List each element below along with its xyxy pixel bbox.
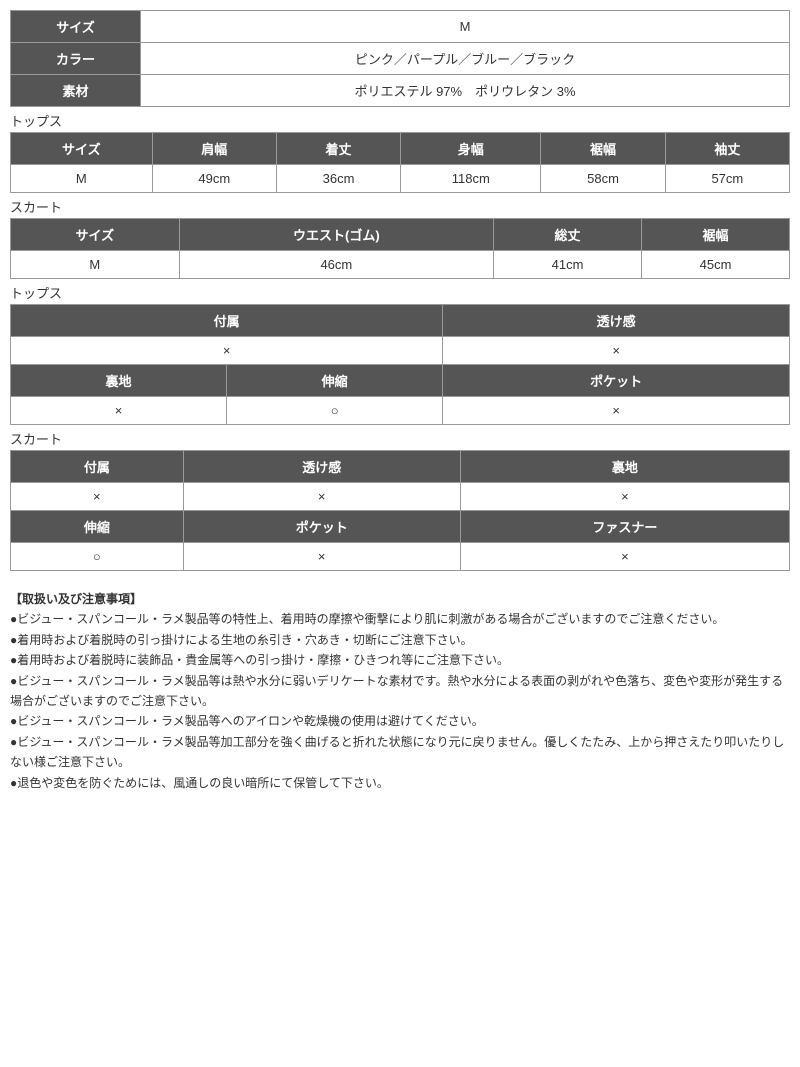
skirt-feature-header-row2: 伸縮ポケットファスナー — [11, 511, 790, 543]
skirt-row: M46cm41cm45cm — [11, 251, 790, 279]
tops-header: 身幅 — [401, 133, 541, 165]
notes-bullet: ●退色や変色を防ぐためには、風通しの良い暗所にて保管して下さい。 — [10, 773, 790, 793]
info-label: サイズ — [11, 11, 141, 43]
skirt-feature-header: ファスナー — [460, 511, 789, 543]
notes-bullet: ●ビジュー・スパンコール・ラメ製品等加工部分を強く曲げると折れた状態になり元に戻… — [10, 732, 790, 773]
skirt-feature-value: ○ — [11, 543, 184, 571]
tops-feature-header: 伸縮 — [227, 365, 443, 397]
notes-title: 【取扱い及び注意事項】 — [10, 592, 142, 606]
notes-bullet: ●ビジュー・スパンコール・ラメ製品等へのアイロンや乾燥機の使用は避けてください。 — [10, 711, 790, 731]
tops-cell: 58cm — [541, 165, 665, 193]
tops-feature-value: × — [443, 397, 790, 425]
skirt-feature-header: 伸縮 — [11, 511, 184, 543]
notes-bullet: ●ビジュー・スパンコール・ラメ製品等は熱や水分に弱いデリケートな素材です。熱や水… — [10, 671, 790, 712]
tops-cell: 36cm — [276, 165, 400, 193]
skirt-feature-header: 透け感 — [183, 451, 460, 483]
tops-feature-value-row2: ×○× — [11, 397, 790, 425]
skirt-header: 裾幅 — [642, 219, 790, 251]
skirt-cell: 41cm — [494, 251, 642, 279]
tops-feature-value-row1: ×× — [11, 337, 790, 365]
tops-header: 裾幅 — [541, 133, 665, 165]
skirt-feature-header: 付属 — [11, 451, 184, 483]
skirt-cell: 45cm — [642, 251, 790, 279]
tops-feature-value: × — [11, 337, 443, 365]
info-value: ピンク／パープル／ブルー／ブラック — [141, 43, 790, 75]
skirt-feature-value: × — [183, 483, 460, 511]
skirt-feature-value: × — [183, 543, 460, 571]
info-table: サイズMカラーピンク／パープル／ブルー／ブラック素材ポリエステル 97% ポリウ… — [10, 10, 790, 107]
skirt-cell: 46cm — [179, 251, 493, 279]
info-value: ポリエステル 97% ポリウレタン 3% — [141, 75, 790, 107]
tops-header: 袖丈 — [665, 133, 789, 165]
info-row: カラーピンク／パープル／ブルー／ブラック — [11, 43, 790, 75]
tops-feature-header: 裏地 — [11, 365, 227, 397]
skirt-feature-header: ポケット — [183, 511, 460, 543]
tops-feature-header-row2: 裏地伸縮ポケット — [11, 365, 790, 397]
skirt-feature-label: スカート — [10, 429, 790, 448]
notes-section: 【取扱い及び注意事項】 ●ビジュー・スパンコール・ラメ製品等の特性上、着用時の摩… — [10, 589, 790, 793]
skirt-cell: M — [11, 251, 180, 279]
tops-feature-header: ポケット — [443, 365, 790, 397]
skirt-feature-value: × — [460, 483, 789, 511]
skirt-feature-value-row2: ○×× — [11, 543, 790, 571]
info-row: 素材ポリエステル 97% ポリウレタン 3% — [11, 75, 790, 107]
info-label: カラー — [11, 43, 141, 75]
skirt-header: サイズ — [11, 219, 180, 251]
tops-header: サイズ — [11, 133, 153, 165]
tops-feature-value: × — [11, 397, 227, 425]
tops-measure-table: サイズ肩幅着丈身幅裾幅袖丈 M49cm36cm118cm58cm57cm — [10, 132, 790, 193]
skirt-measure-table: サイズウエスト(ゴム)総丈裾幅 M46cm41cm45cm — [10, 218, 790, 279]
skirt-feature-value-row1: ××× — [11, 483, 790, 511]
tops-header: 肩幅 — [152, 133, 276, 165]
tops-feature-table: 付属透け感××裏地伸縮ポケット×○× — [10, 304, 790, 425]
tops-feature-header: 透け感 — [443, 305, 790, 337]
tops-cell: 57cm — [665, 165, 789, 193]
skirt-header: ウエスト(ゴム) — [179, 219, 493, 251]
tops-header: 着丈 — [276, 133, 400, 165]
info-label: 素材 — [11, 75, 141, 107]
skirt-feature-value: × — [460, 543, 789, 571]
skirt-feature-table: 付属透け感裏地×××伸縮ポケットファスナー○×× — [10, 450, 790, 571]
tops-row: M49cm36cm118cm58cm57cm — [11, 165, 790, 193]
notes-bullet: ●着用時および着脱時に装飾品・貴金属等への引っ掛け・摩擦・ひきつれ等にご注意下さ… — [10, 650, 790, 670]
tops-section-label: トップス — [10, 111, 790, 130]
skirt-header: 総丈 — [494, 219, 642, 251]
tops-cell: 118cm — [401, 165, 541, 193]
skirt-feature-header: 裏地 — [460, 451, 789, 483]
skirt-feature-value: × — [11, 483, 184, 511]
tops-feature-value: × — [443, 337, 790, 365]
tops-feature-label: トップス — [10, 283, 790, 302]
tops-feature-header-row1: 付属透け感 — [11, 305, 790, 337]
info-row: サイズM — [11, 11, 790, 43]
tops-cell: M — [11, 165, 153, 193]
tops-feature-header: 付属 — [11, 305, 443, 337]
notes-bullet: ●ビジュー・スパンコール・ラメ製品等の特性上、着用時の摩擦や衝撃により肌に刺激が… — [10, 609, 790, 629]
skirt-section-label: スカート — [10, 197, 790, 216]
info-value: M — [141, 11, 790, 43]
tops-feature-value: ○ — [227, 397, 443, 425]
skirt-feature-header-row1: 付属透け感裏地 — [11, 451, 790, 483]
tops-cell: 49cm — [152, 165, 276, 193]
notes-bullet: ●着用時および着脱時の引っ掛けによる生地の糸引き・穴あき・切断にご注意下さい。 — [10, 630, 790, 650]
